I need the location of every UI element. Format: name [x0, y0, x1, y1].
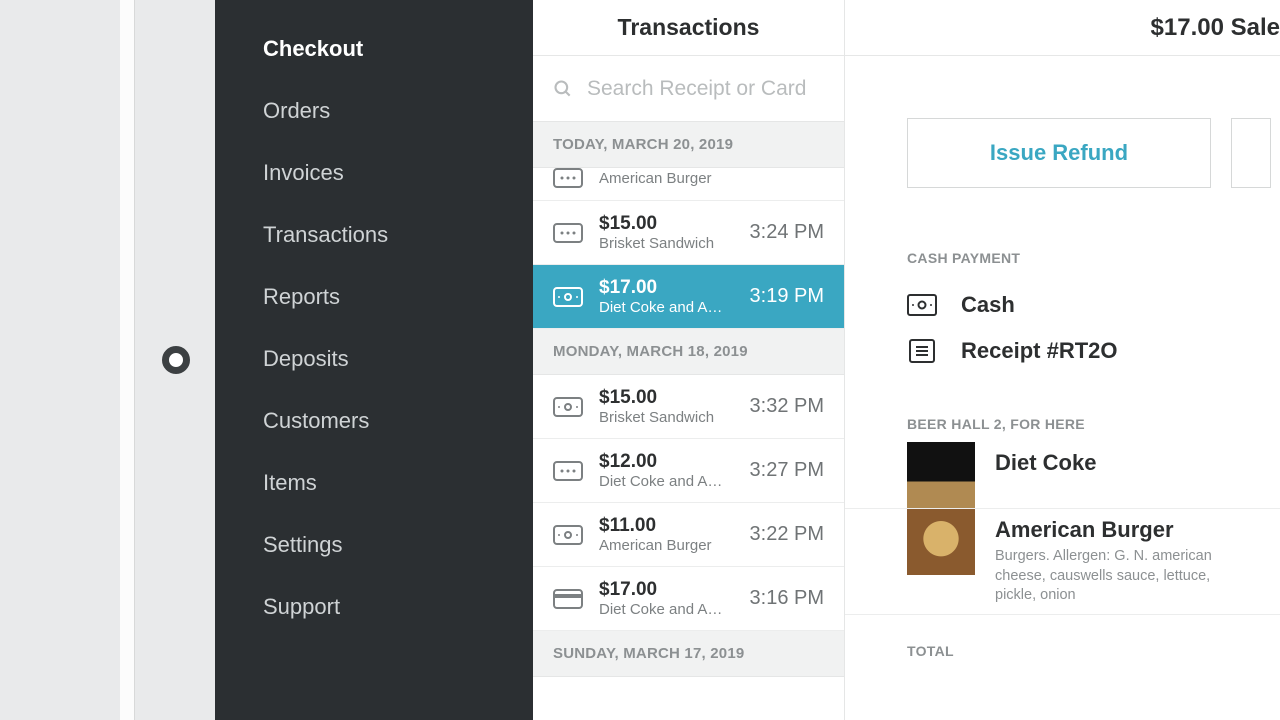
search-input[interactable]	[587, 77, 858, 101]
sidebar: Checkout Orders Invoices Transactions Re…	[215, 0, 533, 720]
card-icon	[553, 461, 583, 481]
transaction-desc: Brisket Sandwich	[599, 235, 734, 252]
panel-edge	[120, 0, 135, 720]
transaction-desc: Diet Coke and Ameri…	[599, 601, 734, 618]
transaction-row[interactable]: $12.00Diet Coke and Ameri… 3:27 PM	[533, 439, 844, 503]
credit-card-icon	[553, 589, 583, 609]
transaction-desc: Diet Coke and Ameri…	[599, 299, 734, 316]
total-label: TOTAL	[845, 615, 1280, 659]
sidebar-item-reports[interactable]: Reports	[215, 266, 533, 328]
sidebar-item-invoices[interactable]: Invoices	[215, 142, 533, 204]
payment-method-text: Cash	[961, 292, 1015, 318]
sidebar-item-transactions[interactable]: Transactions	[215, 204, 533, 266]
payment-method-row[interactable]: Cash	[845, 282, 1280, 328]
date-header: SUNDAY, MARCH 17, 2019	[533, 631, 844, 677]
location-label: BEER HALL 2, FOR HERE	[845, 374, 1280, 442]
transaction-amount: $11.00	[599, 515, 734, 537]
item-name: Diet Coke	[995, 450, 1096, 476]
transaction-desc: American Burger	[599, 170, 749, 187]
secondary-action-button[interactable]	[1231, 118, 1271, 188]
sidebar-item-customers[interactable]: Customers	[215, 390, 533, 452]
transaction-desc: American Burger	[599, 537, 734, 554]
transaction-row-selected[interactable]: $17.00Diet Coke and Ameri… 3:19 PM	[533, 265, 844, 329]
receipt-row[interactable]: Receipt #RT2O	[845, 328, 1280, 374]
transaction-amount: $15.00	[599, 387, 734, 409]
transaction-time: 3:16 PM	[750, 587, 824, 610]
transaction-time: 3:27 PM	[750, 459, 824, 482]
search-row[interactable]	[533, 56, 844, 122]
transaction-time: 3:22 PM	[750, 523, 824, 546]
issue-refund-button[interactable]: Issue Refund	[907, 118, 1211, 188]
cash-icon	[907, 293, 937, 317]
sidebar-item-deposits[interactable]: Deposits	[215, 328, 533, 390]
receipt-text: Receipt #RT2O	[961, 338, 1118, 364]
cash-icon	[553, 287, 583, 307]
item-thumb	[907, 442, 975, 508]
card-icon	[553, 168, 583, 188]
transaction-amount: $17.00	[599, 579, 734, 601]
item-sub: Burgers. Allergen: G. N. american cheese…	[995, 547, 1255, 606]
transaction-row[interactable]: American Burger	[533, 168, 844, 201]
sidebar-item-support[interactable]: Support	[215, 576, 533, 638]
cash-icon	[553, 525, 583, 545]
sidebar-item-settings[interactable]: Settings	[215, 514, 533, 576]
transaction-amount: $17.00	[599, 277, 734, 299]
record-indicator-icon	[162, 346, 190, 374]
line-item[interactable]: American Burger Burgers. Allergen: G. N.…	[845, 509, 1280, 615]
item-name: American Burger	[995, 517, 1255, 543]
card-icon	[553, 223, 583, 243]
transactions-panel: Transactions TODAY, MARCH 20, 2019 Ameri…	[533, 0, 845, 720]
line-item[interactable]: Diet Coke	[845, 442, 1280, 509]
date-header: TODAY, MARCH 20, 2019	[533, 122, 844, 168]
transaction-row[interactable]: $15.00Brisket Sandwich 3:24 PM	[533, 201, 844, 265]
left-gutter	[0, 0, 120, 720]
item-thumb	[907, 509, 975, 575]
detail-title: $17.00 Sale	[845, 0, 1280, 56]
transaction-amount: $15.00	[599, 213, 734, 235]
sidebar-item-items[interactable]: Items	[215, 452, 533, 514]
date-header: MONDAY, MARCH 18, 2019	[533, 329, 844, 375]
transaction-row[interactable]: $15.00Brisket Sandwich 3:32 PM	[533, 375, 844, 439]
receipt-icon	[907, 339, 937, 363]
transaction-time: 3:32 PM	[750, 395, 824, 418]
cash-icon	[553, 397, 583, 417]
transaction-time: 3:19 PM	[750, 285, 824, 308]
transactions-title: Transactions	[533, 0, 844, 56]
transaction-desc: Brisket Sandwich	[599, 409, 734, 426]
transaction-amount: $12.00	[599, 451, 734, 473]
search-icon	[553, 79, 573, 99]
transaction-row[interactable]: $11.00American Burger 3:22 PM	[533, 503, 844, 567]
transaction-time: 3:24 PM	[750, 221, 824, 244]
transaction-detail: $17.00 Sale Issue Refund CASH PAYMENT Ca…	[845, 0, 1280, 720]
payment-section-label: CASH PAYMENT	[845, 188, 1280, 282]
transaction-row[interactable]: $17.00Diet Coke and Ameri… 3:16 PM	[533, 567, 844, 631]
transaction-desc: Diet Coke and Ameri…	[599, 473, 734, 490]
sidebar-item-orders[interactable]: Orders	[215, 80, 533, 142]
sidebar-item-checkout[interactable]: Checkout	[215, 18, 533, 80]
transaction-list: TODAY, MARCH 20, 2019 American Burger $1…	[533, 122, 844, 720]
